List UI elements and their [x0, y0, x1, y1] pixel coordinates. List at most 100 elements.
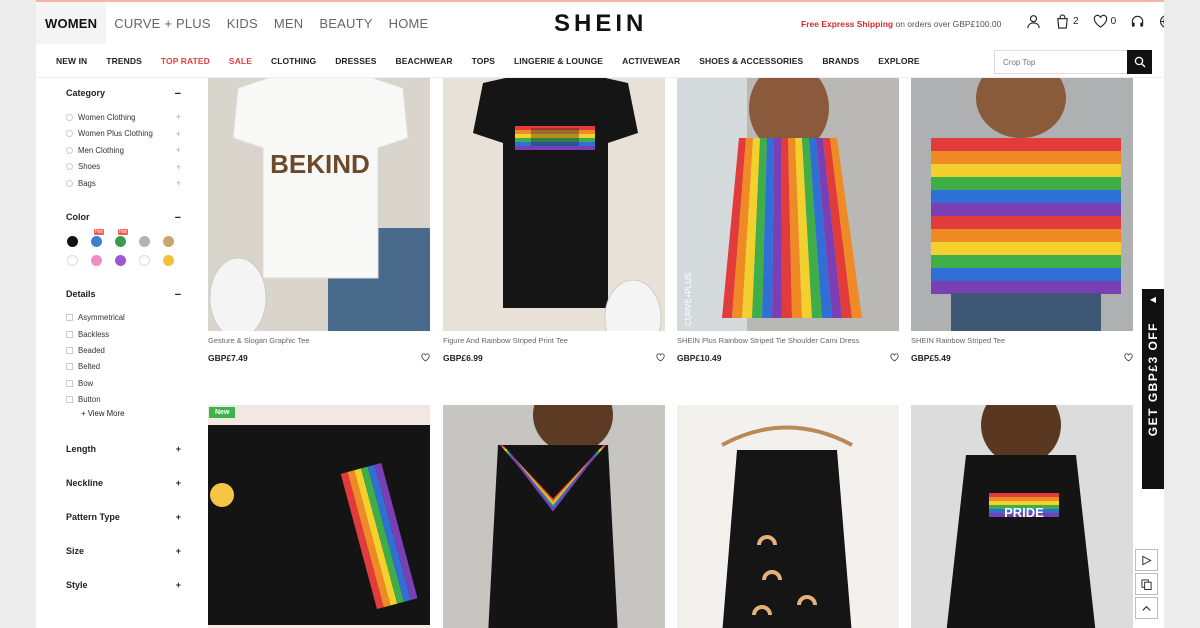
radio-button[interactable]: [66, 179, 73, 187]
detail-option[interactable]: Asymmetrical: [66, 310, 181, 326]
nav-item[interactable]: NEW IN: [56, 56, 87, 66]
checkbox[interactable]: [66, 363, 73, 371]
filter-length[interactable]: Length +: [66, 432, 181, 466]
radio-button[interactable]: [66, 130, 73, 138]
product-card[interactable]: New: [208, 405, 430, 628]
nav-item[interactable]: BRANDS: [822, 56, 859, 66]
shipping-promo[interactable]: Free Express Shipping on orders over GBP…: [801, 19, 1001, 29]
color-swatch[interactable]: [163, 254, 174, 266]
tab-beauty[interactable]: BEAUTY: [311, 2, 380, 44]
radio-button[interactable]: [66, 163, 73, 171]
checkbox[interactable]: [66, 396, 73, 404]
nav-item[interactable]: DRESSES: [335, 56, 376, 66]
nav-item[interactable]: EXPLORE: [878, 56, 919, 66]
tab-women[interactable]: WOMEN: [36, 2, 107, 44]
product-title[interactable]: Figure And Rainbow Striped Print Tee: [443, 336, 665, 345]
support-icon[interactable]: [1130, 14, 1145, 29]
play-button[interactable]: [1135, 549, 1158, 571]
category-option[interactable]: Women Plus Clothing +: [66, 126, 181, 143]
product-card[interactable]: Figure And Rainbow Striped Print Tee GBP£…: [443, 78, 665, 367]
filter-size[interactable]: Size +: [66, 534, 181, 568]
wishlist-button[interactable]: [1124, 349, 1133, 367]
color-swatch[interactable]: [115, 254, 126, 266]
cart-button[interactable]: 2: [1055, 14, 1079, 29]
detail-option[interactable]: Backless: [66, 326, 181, 342]
shein-logo[interactable]: SHEIN: [554, 10, 647, 38]
product-image[interactable]: New: [208, 405, 430, 628]
detail-option[interactable]: Button: [66, 391, 181, 407]
search-input[interactable]: [995, 51, 1127, 73]
product-title[interactable]: SHEIN Plus Rainbow Striped Tie Shoulder …: [677, 336, 899, 345]
nav-item[interactable]: SHOES & ACCESSORIES: [699, 56, 803, 66]
product-title[interactable]: SHEIN Rainbow Striped Tee: [911, 336, 1133, 345]
coupon-side-tab[interactable]: ◀ GET GBP£3 OFF: [1142, 289, 1164, 489]
filter-color-header[interactable]: Color −: [66, 212, 181, 224]
tab-men[interactable]: MEN: [266, 2, 312, 44]
product-card[interactable]: [443, 405, 665, 628]
wishlist-button[interactable]: [890, 349, 899, 367]
filter-category-header[interactable]: Category −: [66, 88, 181, 100]
tab-curve-plus[interactable]: CURVE + PLUS: [106, 2, 218, 44]
expand-plus-icon[interactable]: +: [176, 129, 181, 139]
filter-details-header[interactable]: Details −: [66, 289, 181, 301]
tab-kids[interactable]: KIDS: [219, 2, 266, 44]
expand-plus-icon[interactable]: +: [176, 112, 181, 122]
compare-button[interactable]: [1135, 573, 1158, 595]
filter-style[interactable]: Style +: [66, 568, 181, 602]
nav-item[interactable]: BEACHWEAR: [396, 56, 453, 66]
nav-item[interactable]: TRENDS: [106, 56, 142, 66]
checkbox[interactable]: [66, 346, 73, 354]
globe-icon[interactable]: [1159, 14, 1164, 29]
view-more-link[interactable]: + View More: [81, 409, 181, 418]
category-option[interactable]: Women Clothing +: [66, 109, 181, 126]
product-card[interactable]: CURVE+PLUS SHEIN Plus Rainbow Striped Tie…: [677, 78, 899, 367]
product-title[interactable]: Gesture & Slogan Graphic Tee: [208, 336, 430, 345]
color-swatch[interactable]: Hot: [91, 228, 104, 247]
nav-item[interactable]: ACTIVEWEAR: [622, 56, 680, 66]
color-swatch[interactable]: [91, 254, 102, 266]
checkbox[interactable]: [66, 379, 73, 387]
product-image[interactable]: [443, 405, 665, 628]
detail-option[interactable]: Beaded: [66, 342, 181, 358]
color-swatch[interactable]: [139, 235, 150, 247]
filter-pattern-type[interactable]: Pattern Type +: [66, 500, 181, 534]
category-option[interactable]: Shoes +: [66, 159, 181, 176]
filter-neckline[interactable]: Neckline +: [66, 466, 181, 500]
product-image[interactable]: [443, 78, 665, 331]
product-card[interactable]: PRIDE: [911, 405, 1133, 628]
color-swatch[interactable]: Hot: [115, 228, 128, 247]
tab-home[interactable]: HOME: [381, 2, 437, 44]
color-swatch[interactable]: [67, 254, 78, 266]
product-card[interactable]: [677, 405, 899, 628]
wishlist-button[interactable]: 0: [1093, 14, 1116, 29]
nav-item[interactable]: LINGERIE & LOUNGE: [514, 56, 603, 66]
nav-item[interactable]: TOPS: [472, 56, 495, 66]
checkbox[interactable]: [66, 330, 73, 338]
back-to-top-button[interactable]: [1135, 597, 1158, 619]
product-image[interactable]: [911, 78, 1133, 331]
nav-item[interactable]: SALE: [229, 56, 252, 66]
nav-item[interactable]: CLOTHING: [271, 56, 316, 66]
product-card[interactable]: SHEIN Rainbow Striped Tee GBP£5.49: [911, 78, 1133, 367]
nav-item[interactable]: TOP RATED: [161, 56, 210, 66]
color-swatch[interactable]: [163, 235, 174, 247]
checkbox[interactable]: [66, 314, 73, 322]
wishlist-button[interactable]: [421, 349, 430, 367]
color-swatch[interactable]: [67, 235, 78, 247]
color-swatch[interactable]: [139, 254, 150, 266]
product-image[interactable]: [677, 405, 899, 628]
product-image[interactable]: BEKIND: [208, 78, 430, 331]
detail-option[interactable]: Belted: [66, 359, 181, 375]
product-image[interactable]: PRIDE: [911, 405, 1133, 628]
radio-button[interactable]: [66, 146, 73, 154]
category-option[interactable]: Men Clothing +: [66, 142, 181, 159]
detail-option[interactable]: Bow: [66, 375, 181, 391]
category-option[interactable]: Bags +: [66, 175, 181, 192]
search-button[interactable]: [1127, 50, 1152, 74]
account-icon[interactable]: [1026, 14, 1041, 29]
radio-button[interactable]: [66, 113, 73, 121]
expand-plus-icon[interactable]: +: [176, 162, 181, 172]
product-card[interactable]: BEKIND Gesture & Slogan Graphic Tee GBP£7.…: [208, 78, 430, 367]
product-image[interactable]: CURVE+PLUS: [677, 78, 899, 331]
expand-plus-icon[interactable]: +: [176, 145, 181, 155]
